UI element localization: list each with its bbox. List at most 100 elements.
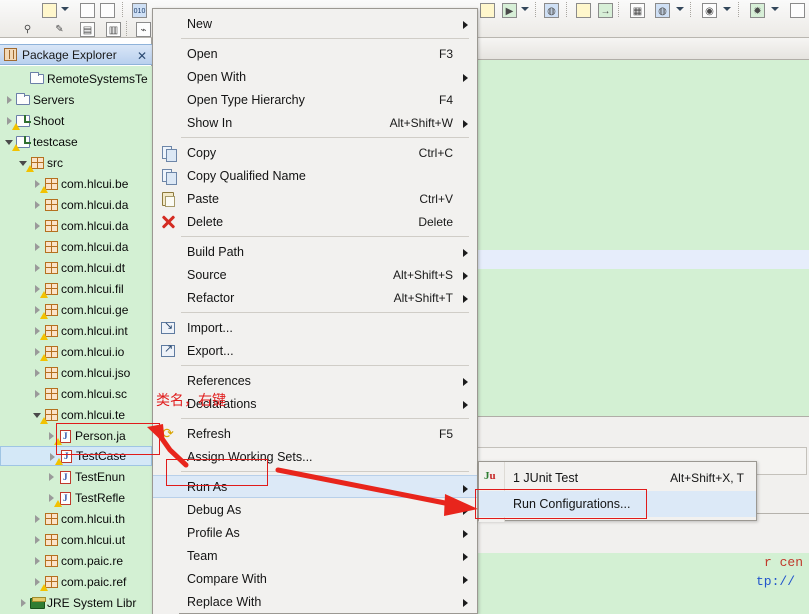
tree-item-remotesystemste[interactable]: RemoteSystemsTe — [0, 68, 152, 89]
delete-icon — [160, 214, 176, 230]
menu-item-team[interactable]: Team — [153, 544, 477, 567]
save-icon[interactable] — [78, 1, 95, 18]
expand-arrow-icon[interactable] — [32, 236, 43, 257]
package-explorer-tree[interactable]: RemoteSystemsTe Servers Shoot testcase src co… — [0, 66, 152, 614]
close-icon[interactable]: ✕ — [137, 49, 147, 63]
project-icon — [12, 134, 32, 151]
tree-item-com-paic-re[interactable]: com.paic.re — [0, 550, 152, 571]
tree-item-com-hlcui-ut[interactable]: com.hlcui.ut — [0, 529, 152, 550]
run-as-submenu[interactable]: Ju 1 JUnit Test Alt+Shift+X, T Run Configur… — [478, 461, 757, 522]
run-dropdown[interactable] — [521, 7, 529, 12]
menu-item-debug-as[interactable]: Debug As — [153, 498, 477, 521]
tree-item-com-hlcui-dt[interactable]: com.hlcui.dt — [0, 257, 152, 278]
tree-item-testcase[interactable]: TestCase — [0, 446, 152, 466]
menu-item-open-type-hierarchy[interactable]: Open Type Hierarchy F4 — [153, 88, 477, 111]
new-wizard-glyph — [42, 3, 57, 18]
tree-item-com-hlcui-da[interactable]: com.hlcui.da — [0, 215, 152, 236]
expand-arrow-icon[interactable] — [32, 194, 43, 215]
package-explorer-header[interactable]: Package Explorer ✕ — [0, 44, 152, 65]
menu-item-refactor[interactable]: Refactor Alt+Shift+T — [153, 286, 477, 309]
menu-item-source[interactable]: Source Alt+Shift+S — [153, 263, 477, 286]
copy-icon — [160, 145, 177, 162]
tree-item-jre-system-libr[interactable]: JRE System Libr — [0, 592, 152, 613]
menu-item-delete[interactable]: Delete Delete — [153, 210, 477, 233]
console-fragment-1: r cen — [764, 555, 804, 570]
menu-item-export[interactable]: Export... — [153, 339, 477, 362]
tree-item-com-hlcui-ge[interactable]: com.hlcui.ge — [0, 299, 152, 320]
menu-item-replace-with[interactable]: Replace With — [153, 590, 477, 613]
menu-item-import[interactable]: Import... — [153, 316, 477, 339]
expand-arrow-icon[interactable] — [32, 508, 43, 529]
folder-icon-glyph — [30, 71, 44, 84]
snapshot-icon[interactable]: ◉ — [700, 1, 717, 18]
tree-item-com-hlcui-te[interactable]: com.hlcui.te — [0, 404, 152, 425]
submenu-item-1-junit-test[interactable]: Ju 1 JUnit Test Alt+Shift+X, T — [479, 465, 756, 491]
menu-item-references[interactable]: References — [153, 369, 477, 392]
tree-item-servers[interactable]: Servers — [0, 89, 152, 110]
expand-arrow-icon[interactable] — [32, 362, 43, 383]
tree-item-com-hlcui-int[interactable]: com.hlcui.int — [0, 320, 152, 341]
expand-arrow-icon[interactable] — [4, 89, 15, 110]
open-browser-icon[interactable]: ◍ — [542, 1, 559, 18]
search-dropdown[interactable] — [676, 7, 684, 12]
more-tools-icon[interactable] — [788, 1, 805, 18]
tree-item-testrefle[interactable]: TestRefle — [0, 487, 152, 508]
tree-item-com-hlcui-da[interactable]: com.hlcui.da — [0, 236, 152, 257]
new-java-project-icon[interactable] — [478, 1, 495, 18]
tree-item-shoot[interactable]: Shoot — [0, 110, 152, 131]
menu-item-open-with[interactable]: Open With — [153, 65, 477, 88]
tree-item-com-hlcui-da[interactable]: com.hlcui.da — [0, 194, 152, 215]
new-java-package-icon[interactable]: ▥ — [104, 20, 121, 37]
tree-item-com-hlcui-be[interactable]: com.hlcui.be — [0, 173, 152, 194]
tree-item-label: com.hlcui.be — [61, 176, 129, 191]
menu-item-assign-working-sets[interactable]: Assign Working Sets... — [153, 445, 477, 468]
expand-arrow-icon[interactable] — [32, 215, 43, 236]
menu-item-profile-as[interactable]: Profile As — [153, 521, 477, 544]
new-wizard-dropdown[interactable] — [61, 7, 69, 12]
tree-item-com-hlcui-sc[interactable]: com.hlcui.sc — [0, 383, 152, 404]
menu-item-copy-qualified-name[interactable]: Copy Qualified Name — [153, 164, 477, 187]
tree-item-src[interactable]: src — [0, 152, 152, 173]
run-icon[interactable]: ▶ — [500, 1, 517, 18]
menu-item-paste[interactable]: Paste Ctrl+V — [153, 187, 477, 210]
expand-arrow-icon[interactable] — [32, 550, 43, 571]
snapshot-dropdown[interactable] — [723, 7, 731, 12]
new-wizard-icon[interactable] — [40, 1, 57, 18]
menu-item-new[interactable]: New — [153, 12, 477, 35]
tree-item-testenun[interactable]: TestEnun — [0, 466, 152, 487]
search-icon[interactable]: ◍ — [653, 1, 670, 18]
menu-item-show-in[interactable]: Show In Alt+Shift+W — [153, 111, 477, 134]
menu-item-copy[interactable]: Copy Ctrl+C — [153, 141, 477, 164]
tree-item-com-hlcui-fil[interactable]: com.hlcui.fil — [0, 278, 152, 299]
open-folder-icon[interactable] — [574, 1, 591, 18]
tree-item-person-ja[interactable]: Person.ja — [0, 425, 152, 446]
external-tools-icon[interactable]: ⌁ — [134, 20, 151, 37]
save-all-icon[interactable] — [98, 1, 115, 18]
expand-arrow-icon[interactable] — [32, 257, 43, 278]
expand-arrow-icon[interactable] — [46, 466, 57, 487]
tree-item-com-hlcui-th[interactable]: com.hlcui.th — [0, 508, 152, 529]
toggle-breakpoint-icon[interactable]: 010 — [130, 1, 147, 18]
debug-dropdown[interactable] — [771, 7, 779, 12]
submenu-item-run-configurations[interactable]: Run Configurations... — [479, 491, 756, 517]
forward-icon[interactable]: → — [596, 1, 613, 18]
menu-item-label: Replace With — [187, 594, 262, 609]
menu-item-compare-with[interactable]: Compare With — [153, 567, 477, 590]
debug-bug-icon[interactable]: ✹ — [748, 1, 765, 18]
menu-item-refresh[interactable]: ⟳ Refresh F5 — [153, 422, 477, 445]
tree-item-com-paic-ref[interactable]: com.paic.ref — [0, 571, 152, 592]
menu-item-open[interactable]: Open F3 — [153, 42, 477, 65]
tree-item-com-hlcui-jso[interactable]: com.hlcui.jso — [0, 362, 152, 383]
expand-arrow-icon[interactable] — [32, 529, 43, 550]
expand-arrow-icon[interactable] — [18, 592, 29, 613]
menu-item-build-path[interactable]: Build Path — [153, 240, 477, 263]
tree-item-com-hlcui-io[interactable]: com.hlcui.io — [0, 341, 152, 362]
annotation-icon[interactable]: ✎ — [50, 20, 67, 37]
report-icon[interactable]: ▦ — [628, 1, 645, 18]
menu-item-run-as[interactable]: Run As — [153, 475, 477, 498]
debug-icon[interactable]: ⚲ — [18, 20, 35, 37]
expand-arrow-icon[interactable] — [32, 383, 43, 404]
context-menu[interactable]: New Open F3 Open With Open Type Hierarchy F4 S… — [152, 8, 478, 614]
new-java-class-icon[interactable]: ▤ — [78, 20, 95, 37]
tree-item-testcase[interactable]: testcase — [0, 131, 152, 152]
